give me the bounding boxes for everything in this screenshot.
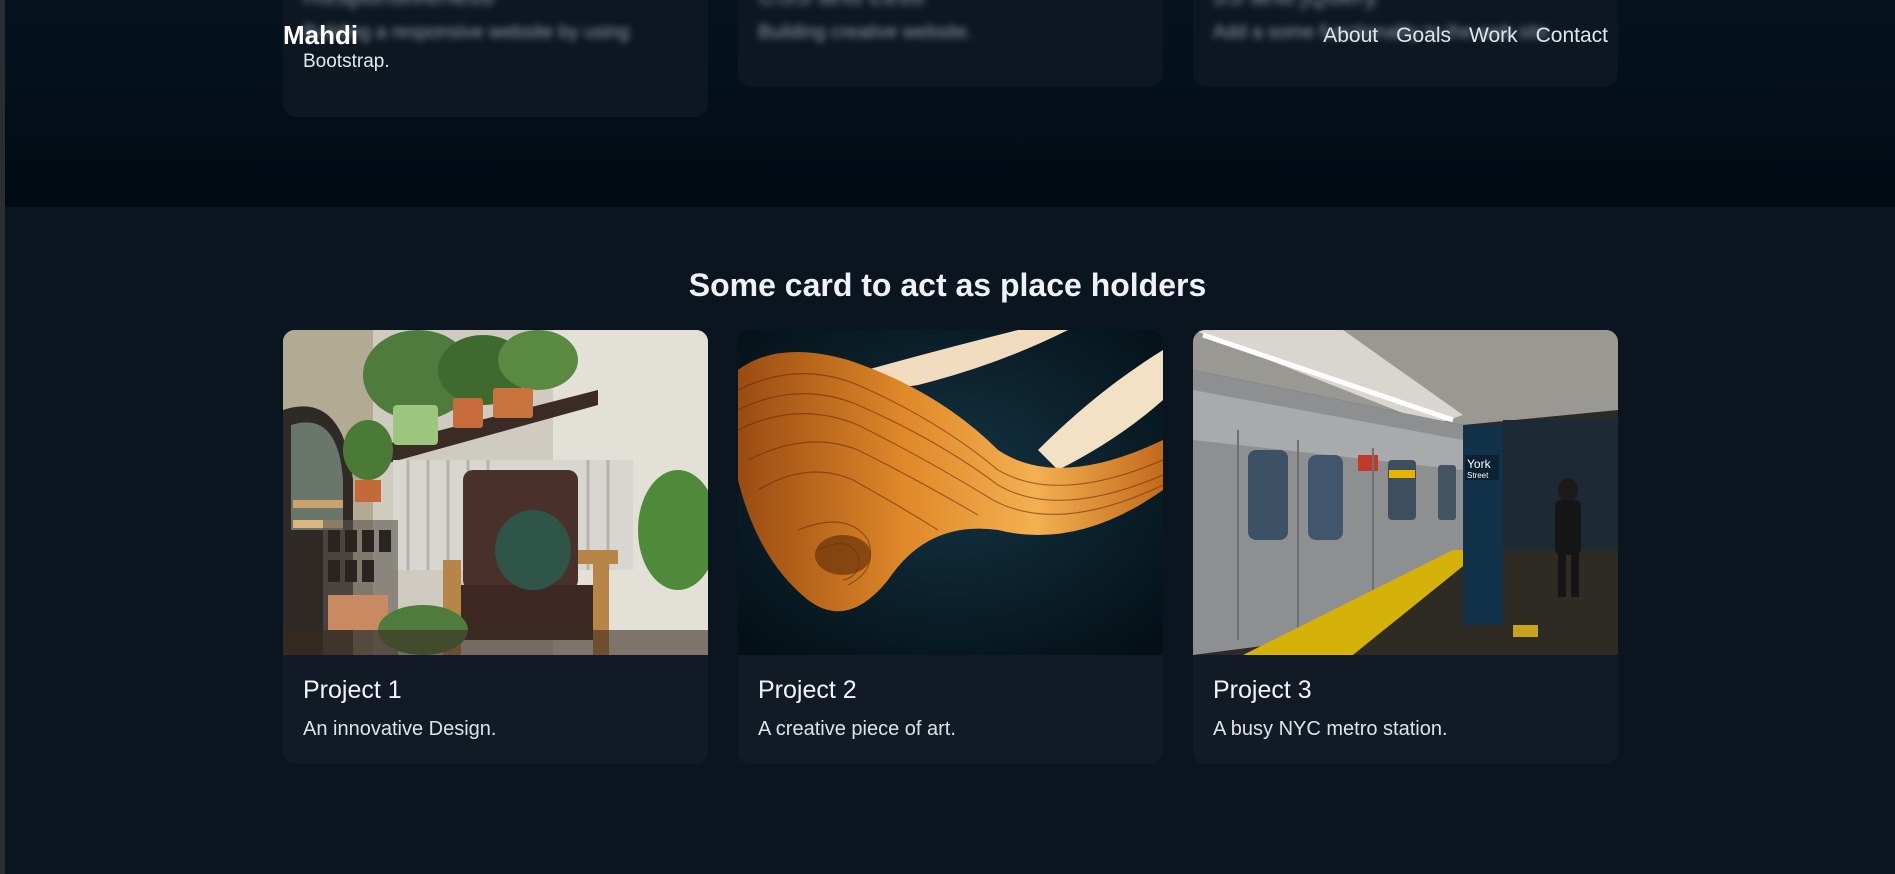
section-heading: Some card to act as place holders (688, 267, 1207, 303)
project-card-2[interactable]: Project 2 A creative piece of art. (738, 330, 1163, 764)
nav-links: About Goals Work Contact (1323, 24, 1608, 48)
project-description: An innovative Design. (303, 718, 497, 740)
project-card-1[interactable]: Project 1 An innovative Design. (283, 330, 708, 764)
nav-link-contact[interactable]: Contact (1536, 24, 1608, 48)
project-image-interior-plants (283, 330, 708, 655)
project-title: Project 2 (758, 676, 857, 704)
nav-link-work[interactable]: Work (1469, 24, 1518, 48)
project-card-3[interactable]: York Street Project 3 A busy NYC metro s… (1193, 330, 1618, 764)
station-sign-line2: Street (1467, 471, 1489, 480)
brand-logo[interactable]: Mahdi (283, 20, 358, 51)
window-edge (0, 0, 5, 874)
project-image-subway-station: York Street (1193, 330, 1618, 655)
project-image-abstract-art (738, 330, 1163, 655)
project-title: Project 1 (303, 676, 402, 704)
nav-link-goals[interactable]: Goals (1396, 24, 1451, 48)
nav-link-about[interactable]: About (1323, 24, 1378, 48)
station-sign-line1: York (1467, 457, 1492, 471)
projects-section: Some card to act as place holders Projec… (0, 207, 1895, 874)
project-description: A creative piece of art. (758, 718, 956, 740)
project-title: Project 3 (1213, 676, 1312, 704)
project-description: A busy NYC metro station. (1213, 718, 1448, 740)
navbar: Mahdi About Goals Work Contact (0, 0, 1895, 74)
